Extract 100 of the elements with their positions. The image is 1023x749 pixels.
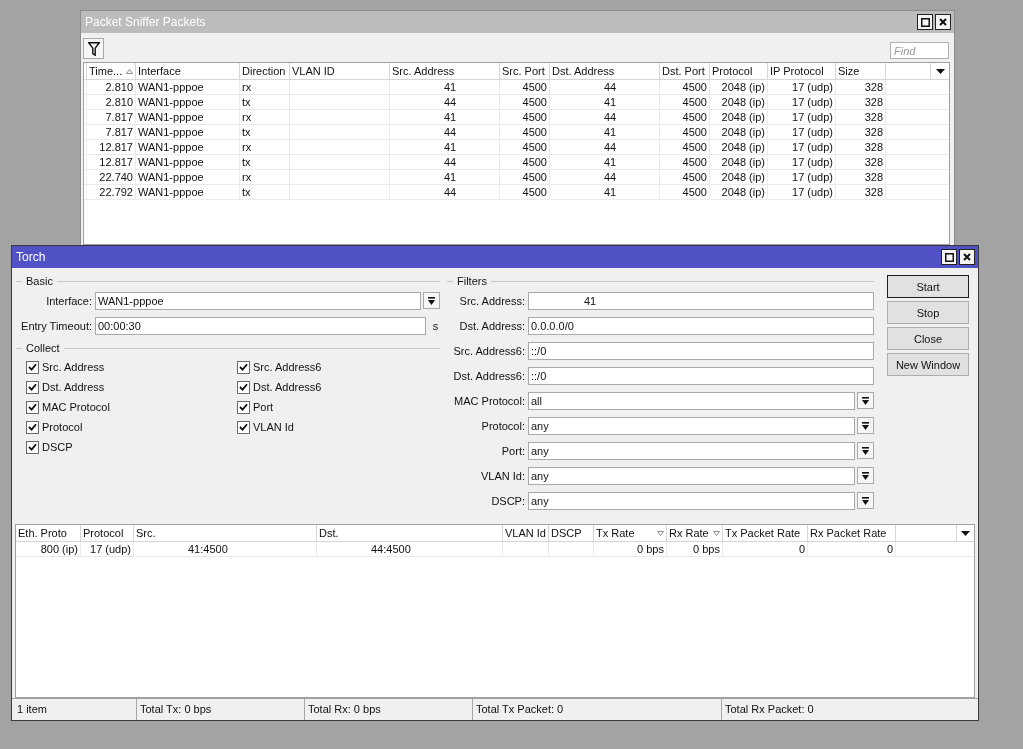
dropdown-button[interactable] <box>423 292 440 309</box>
close-icon <box>939 18 947 26</box>
close-button[interactable]: Close <box>887 327 969 350</box>
field-label: Dst. Address6: <box>452 369 525 382</box>
table-cell: 0 bps <box>667 542 723 557</box>
checkbox-label: Port <box>253 401 274 413</box>
dropdown-button[interactable] <box>857 417 874 434</box>
window-title: Packet Sniffer Packets <box>85 15 207 29</box>
dropdown-field[interactable]: all <box>528 391 855 410</box>
timeout-field[interactable]: 00:00:30 <box>95 316 426 335</box>
field-label: DSCP: <box>490 494 525 507</box>
table-cell: 17 (udp) <box>768 155 836 170</box>
close-button[interactable] <box>959 249 975 265</box>
checkbox[interactable] <box>26 400 39 414</box>
maximize-icon <box>944 252 954 262</box>
filter-field[interactable]: 41 <box>528 291 874 310</box>
checkmark-icon <box>239 423 248 431</box>
column-header[interactable]: Tx Packet Rate <box>723 525 808 542</box>
start-button[interactable]: Start <box>887 275 969 298</box>
field-label: MAC Protocol: <box>453 394 525 407</box>
checkmark-icon <box>239 383 248 391</box>
column-header[interactable]: Src. Port <box>500 63 550 80</box>
table-cell: tx <box>240 185 290 200</box>
checkbox[interactable] <box>237 380 250 394</box>
group-title: Basic <box>25 275 54 287</box>
column-header[interactable]: Src. Address <box>390 63 500 80</box>
table-cell: 44 <box>390 125 500 140</box>
table-cell: 2048 (ip) <box>710 125 768 140</box>
dropdown-field[interactable]: any <box>528 466 855 485</box>
stop-button[interactable]: Stop <box>887 301 969 324</box>
checkbox[interactable] <box>26 440 39 454</box>
checkbox-label: Dst. Address6 <box>253 381 322 393</box>
table-cell: rx <box>240 80 290 95</box>
field-label: Dst. Address: <box>458 319 525 332</box>
dropdown-button[interactable] <box>857 392 874 409</box>
filter-button[interactable] <box>83 38 104 59</box>
column-header[interactable]: Time... <box>87 63 136 80</box>
table-cell: rx <box>240 170 290 185</box>
table-cell: 41 <box>390 170 500 185</box>
table-cell: 44:4500 <box>317 542 503 557</box>
column-header[interactable]: Dst. <box>317 525 503 542</box>
table-cell: WAN1-pppoe <box>136 185 240 200</box>
column-header[interactable]: Rx Packet Rate <box>808 525 896 542</box>
column-header[interactable]: Src. <box>134 525 317 542</box>
dropdown-field[interactable]: any <box>528 491 855 510</box>
column-header[interactable]: Protocol <box>81 525 134 542</box>
column-header[interactable]: IP Protocol <box>768 63 836 80</box>
dropdown-field[interactable]: any <box>528 416 855 435</box>
checkbox[interactable] <box>26 380 39 394</box>
table-cell: 12.817 <box>87 140 136 155</box>
filter-field[interactable]: ::/0 <box>528 341 874 360</box>
dropdown-button[interactable] <box>857 492 874 509</box>
table-cell: 4500 <box>660 170 710 185</box>
status-text: Total Tx Packet: 0 <box>473 699 722 720</box>
column-header[interactable]: Dst. Port <box>660 63 710 80</box>
table-cell: 0 bps <box>594 542 667 557</box>
filter-field[interactable]: 0.0.0.0/0 <box>528 316 874 335</box>
new-window-button[interactable]: New Window <box>887 353 969 376</box>
interface-field[interactable]: WAN1-pppoe <box>95 291 421 310</box>
table-cell: 17 (udp) <box>768 170 836 185</box>
column-header[interactable]: Size <box>836 63 886 80</box>
table-cell: WAN1-pppoe <box>136 110 240 125</box>
dropdown-button[interactable] <box>857 467 874 484</box>
table-cell: 328 <box>836 185 886 200</box>
group-title: Collect <box>25 342 61 354</box>
column-header[interactable]: Eth. Proto <box>16 525 81 542</box>
search-field[interactable]: Find <box>890 42 949 59</box>
maximize-button[interactable] <box>941 249 957 265</box>
table-cell: 17 (udp) <box>768 140 836 155</box>
column-header[interactable]: VLAN ID <box>290 63 390 80</box>
table-cell: 22.740 <box>87 170 136 185</box>
column-header[interactable]: Rx Rate <box>667 525 723 542</box>
table-cell <box>549 542 594 557</box>
checkbox[interactable] <box>237 420 250 434</box>
table-cell: 17 (udp) <box>768 95 836 110</box>
field-label: Port: <box>500 444 525 457</box>
column-header[interactable]: Dst. Address <box>550 63 660 80</box>
checkmark-icon <box>28 403 37 411</box>
filter-field[interactable]: ::/0 <box>528 366 874 385</box>
table-cell: 7.817 <box>87 110 136 125</box>
column-header[interactable]: Protocol <box>710 63 768 80</box>
table-cell: 4500 <box>660 185 710 200</box>
column-header[interactable]: Direction <box>240 63 290 80</box>
down-arrow-icon <box>862 496 869 505</box>
down-arrow-icon <box>862 396 869 405</box>
column-header[interactable]: Interface <box>136 63 240 80</box>
column-header[interactable]: VLAN Id <box>503 525 549 542</box>
checkbox[interactable] <box>237 400 250 414</box>
dropdown-field[interactable]: any <box>528 441 855 460</box>
field-label: Src. Address6: <box>452 344 525 357</box>
checkbox[interactable] <box>26 420 39 434</box>
checkbox-label: Src. Address6 <box>253 361 322 373</box>
checkbox[interactable] <box>26 360 39 374</box>
table-cell: 17 (udp) <box>768 125 836 140</box>
column-header[interactable]: DSCP <box>549 525 594 542</box>
maximize-icon <box>920 17 930 27</box>
dropdown-button[interactable] <box>857 442 874 459</box>
checkbox[interactable] <box>237 360 250 374</box>
column-header[interactable]: Tx Rate <box>594 525 667 542</box>
checkbox-label: Protocol <box>42 421 83 433</box>
